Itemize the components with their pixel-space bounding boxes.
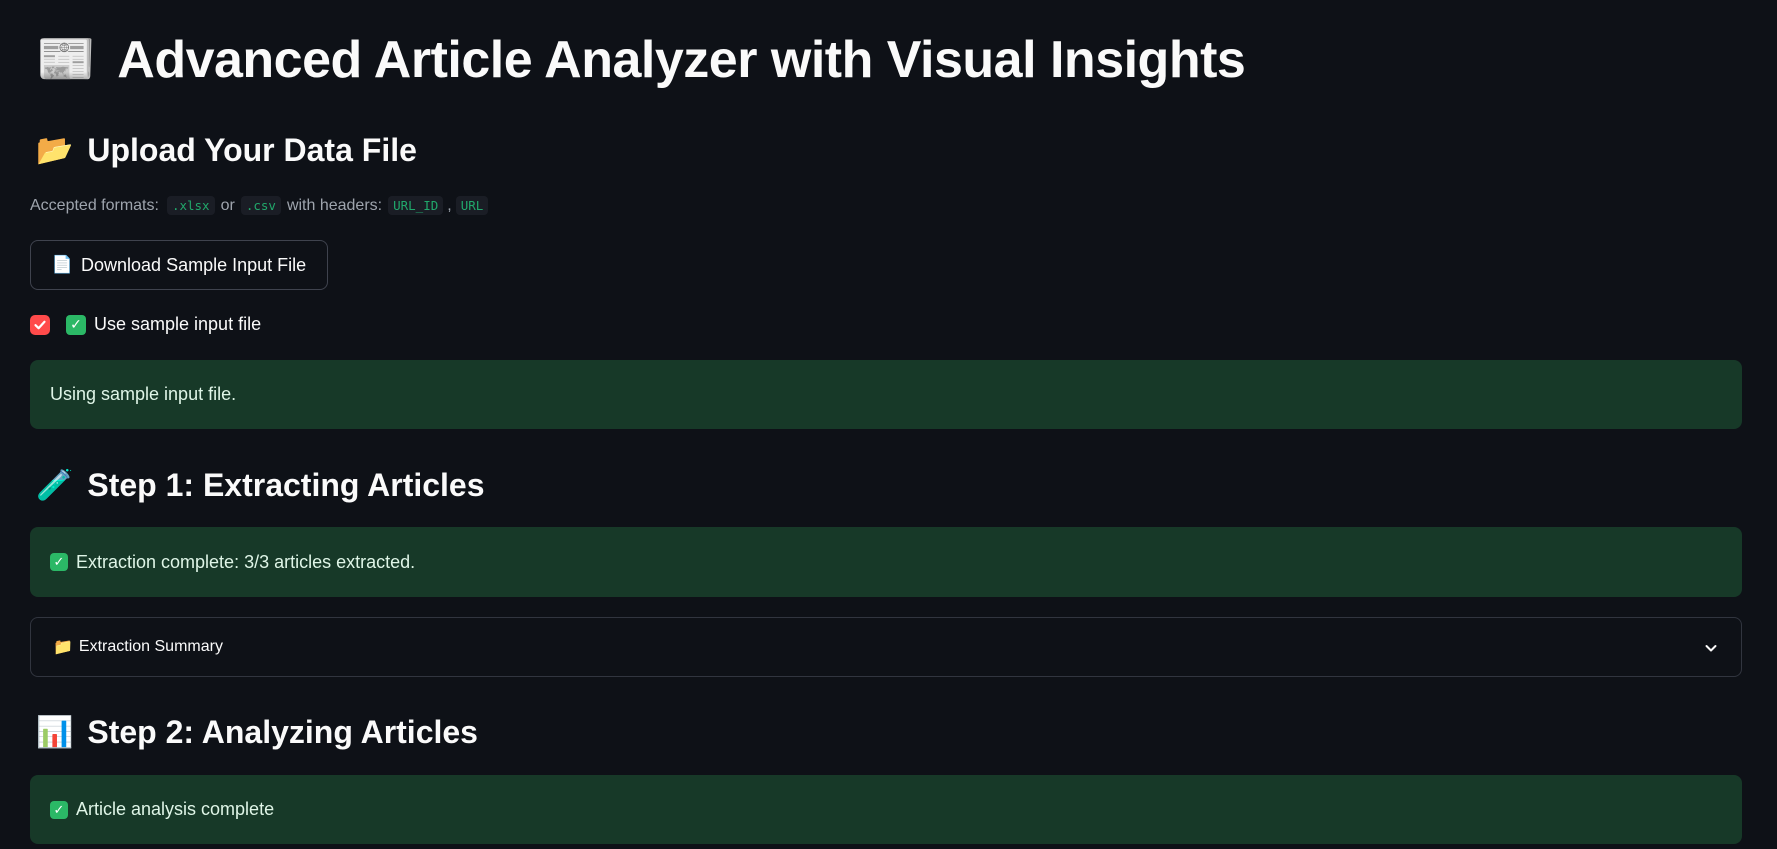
folder-icon: 📁 xyxy=(53,639,73,656)
format-xlsx-code: .xlsx xyxy=(166,196,215,215)
use-sample-checkbox[interactable] xyxy=(30,314,50,335)
upload-heading: 📂 Upload Your Data File xyxy=(36,132,417,169)
sample-status-text: Using sample input file. xyxy=(50,384,237,404)
check-mark-button-icon: ✓ xyxy=(66,314,86,335)
checkmark-icon xyxy=(34,320,46,329)
format-csv-code: .csv xyxy=(240,196,281,215)
app-page: 📰 Advanced Article Analyzer with Visual … xyxy=(0,0,1777,849)
analysis-status-alert: ✓ Article analysis complete xyxy=(30,775,1742,844)
extraction-summary-expander[interactable]: 📁 Extraction Summary xyxy=(30,617,1742,677)
header-url-code: URL xyxy=(455,196,489,215)
step1-heading-text: Step 1: Extracting Articles xyxy=(87,467,485,503)
check-mark-icon: ✓ xyxy=(50,800,68,819)
caption-headers: with headers: xyxy=(286,196,383,214)
check-mark-icon: ✓ xyxy=(50,553,68,571)
bar-chart-icon: 📊 xyxy=(36,715,74,749)
caption-or: or xyxy=(220,196,235,214)
download-sample-button[interactable]: 📄 Download Sample Input File xyxy=(30,240,328,290)
extraction-status-alert: ✓ Extraction complete: 3/3 articles extr… xyxy=(30,527,1742,597)
open-folder-icon: 📂 xyxy=(36,133,74,167)
page-title-text: Advanced Article Analyzer with Visual In… xyxy=(117,31,1246,89)
header-url-id-code: URL_ID xyxy=(388,196,444,215)
caption-comma: , xyxy=(447,196,452,214)
test-tube-icon: 🧪 xyxy=(36,468,74,502)
use-sample-label: Use sample input file xyxy=(94,314,262,334)
page-title: 📰 Advanced Article Analyzer with Visual … xyxy=(36,30,1246,90)
download-sample-label: Download Sample Input File xyxy=(81,254,307,275)
extraction-status-text: Extraction complete: 3/3 articles extrac… xyxy=(76,551,416,572)
accepted-formats-caption: Accepted formats: .xlsx or .csv with hea… xyxy=(30,196,492,215)
extraction-summary-label: Extraction Summary xyxy=(78,638,223,655)
newspaper-icon: 📰 xyxy=(36,33,96,86)
chevron-down-icon xyxy=(1705,645,1717,652)
use-sample-checkbox-row[interactable]: ✓ Use sample input file xyxy=(30,314,261,335)
upload-heading-text: Upload Your Data File xyxy=(87,132,417,168)
sample-status-alert: Using sample input file. xyxy=(30,360,1742,429)
step1-heading: 🧪 Step 1: Extracting Articles xyxy=(36,467,485,504)
caption-prefix: Accepted formats: xyxy=(30,196,159,214)
step2-heading-text: Step 2: Analyzing Articles xyxy=(87,714,478,750)
page-icon: 📄 xyxy=(51,255,74,274)
analysis-status-text: Article analysis complete xyxy=(76,799,275,819)
step2-heading: 📊 Step 2: Analyzing Articles xyxy=(36,714,478,751)
